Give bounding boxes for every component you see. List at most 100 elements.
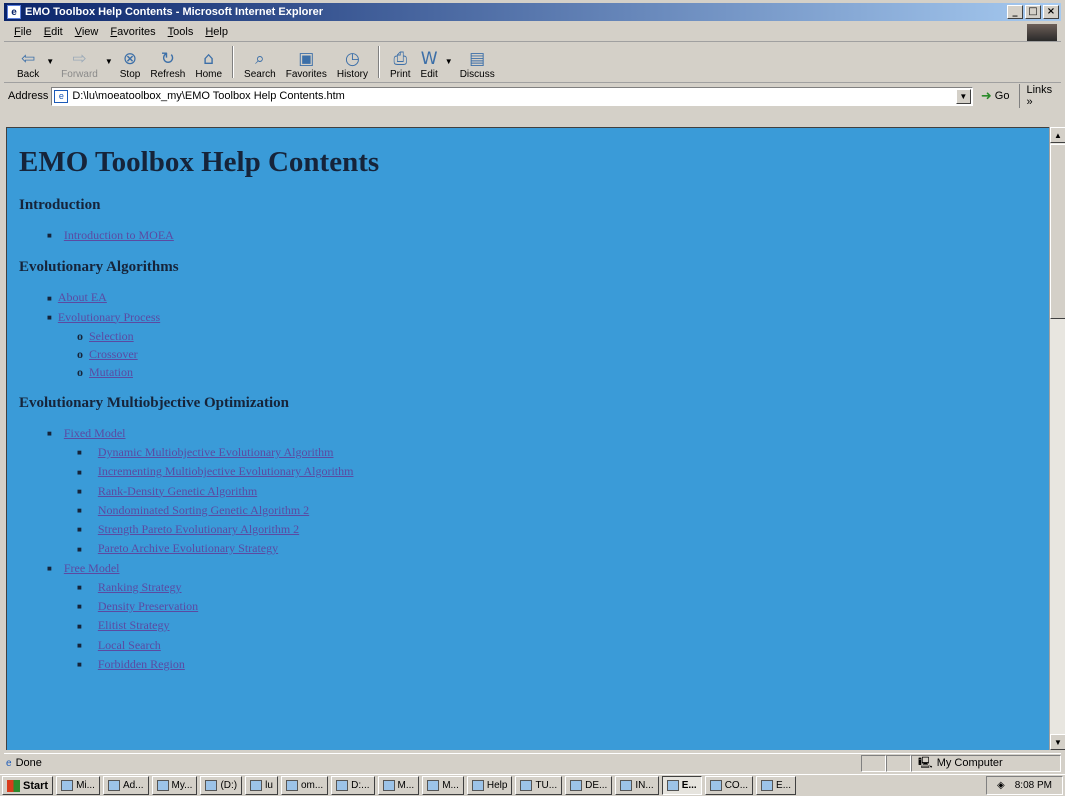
link-dmoea[interactable]: Dynamic Multiobjective Evolutionary Algo…	[98, 445, 334, 459]
back-button[interactable]: ⇦ Back	[12, 44, 44, 80]
app-icon	[382, 780, 395, 791]
edit-dropdown-icon[interactable]: ▼	[445, 57, 453, 66]
search-button[interactable]: ⌕ Search	[239, 44, 281, 80]
app-icon	[107, 780, 120, 791]
start-button[interactable]: Start	[2, 776, 54, 795]
minimize-button[interactable]: _	[1007, 5, 1023, 19]
word-doc-icon	[570, 780, 583, 791]
link-spea2[interactable]: Strength Pareto Evolutionary Algorithm 2	[98, 522, 299, 536]
link-mutation[interactable]: Mutation	[89, 365, 133, 379]
scroll-up-icon[interactable]: ▲	[1050, 127, 1065, 143]
ie-app-icon[interactable]: e	[7, 5, 21, 19]
section-heading-introduction: Introduction	[19, 197, 101, 213]
link-introduction-to-moea[interactable]: Introduction to MOEA	[64, 228, 174, 242]
link-fixed-model[interactable]: Fixed Model	[64, 426, 126, 440]
taskbar-button[interactable]: D:...	[331, 776, 375, 795]
link-elitist-strategy[interactable]: Elitist Strategy	[98, 618, 170, 632]
list-item: Fixed Model Dynamic Multiobjective Evolu…	[47, 424, 1037, 559]
status-text-pane: e Done	[4, 757, 861, 769]
taskbar-button[interactable]: Ad...	[102, 776, 149, 795]
address-label: Address	[8, 90, 49, 102]
list-item: Crossover	[77, 345, 1037, 363]
link-density-preservation[interactable]: Density Preservation	[98, 599, 198, 613]
menu-tools[interactable]: Tools	[168, 26, 194, 38]
link-imoea[interactable]: Incrementing Multiobjective Evolutionary…	[98, 464, 354, 478]
page-viewport: EMO Toolbox Help Contents Introduction I…	[6, 127, 1049, 750]
vertical-scrollbar[interactable]: ▲ ▼	[1049, 127, 1065, 750]
section-heading-emo: Evolutionary Multiobjective Optimization	[19, 394, 289, 411]
menu-favorites[interactable]: Favorites	[110, 26, 155, 38]
address-dropdown-icon[interactable]: ▼	[955, 88, 971, 104]
stop-icon: ⊗	[122, 49, 138, 69]
history-icon: ◷	[345, 49, 360, 69]
clock[interactable]: 8:08 PM	[1015, 780, 1052, 791]
favorites-button[interactable]: ▣ Favorites	[281, 44, 332, 80]
forward-button[interactable]: ⇨ Forward	[56, 44, 103, 80]
window-titlebar: e EMO Toolbox Help Contents - Microsoft …	[4, 3, 1061, 21]
stop-button[interactable]: ⊗ Stop	[115, 44, 146, 80]
link-nsga2[interactable]: Nondominated Sorting Genetic Algorithm 2	[98, 503, 309, 517]
link-selection[interactable]: Selection	[89, 329, 134, 343]
link-local-search[interactable]: Local Search	[98, 638, 161, 652]
menu-view[interactable]: View	[75, 26, 99, 38]
link-free-model[interactable]: Free Model	[64, 561, 120, 575]
back-dropdown-icon[interactable]: ▼	[46, 57, 54, 66]
link-ranking-strategy[interactable]: Ranking Strategy	[98, 580, 182, 594]
list-item: Free Model Ranking Strategy Density Pres…	[47, 559, 1037, 675]
list-item: Introduction to MOEA	[47, 226, 1037, 245]
taskbar-button[interactable]: M...	[377, 776, 420, 795]
menu-edit[interactable]: Edit	[44, 26, 63, 38]
scrollbar-thumb[interactable]	[1050, 144, 1065, 319]
link-rdga[interactable]: Rank-Density Genetic Algorithm	[98, 484, 257, 498]
address-input[interactable]: e D:\lu\moeatoolbox_my\EMO Toolbox Help …	[51, 86, 973, 106]
forward-dropdown-icon[interactable]: ▼	[105, 57, 113, 66]
discuss-button[interactable]: ▤ Discuss	[455, 44, 500, 80]
app-icon	[156, 780, 169, 791]
forward-arrow-icon: ⇨	[72, 49, 87, 69]
taskbar-button[interactable]: DE...	[565, 776, 613, 795]
taskbar-button[interactable]: CO...	[704, 776, 754, 795]
word-doc-icon	[761, 780, 774, 791]
scroll-down-icon[interactable]: ▼	[1050, 734, 1065, 750]
ie-throbber-logo	[1027, 24, 1057, 41]
taskbar-button[interactable]: My...	[151, 776, 198, 795]
close-button[interactable]: ×	[1043, 5, 1059, 19]
list-item: Forbidden Region	[77, 655, 1037, 674]
link-evolutionary-process[interactable]: Evolutionary Process	[58, 310, 160, 324]
taskbar-button-active[interactable]: E...	[661, 776, 702, 795]
link-crossover[interactable]: Crossover	[89, 347, 138, 361]
go-button[interactable]: ➜ Go	[981, 89, 1010, 104]
taskbar-button[interactable]: IN...	[615, 776, 659, 795]
maximize-button[interactable]: □	[1025, 5, 1041, 19]
menu-help[interactable]: Help	[205, 26, 228, 38]
taskbar-button[interactable]: Mi...	[56, 776, 100, 795]
link-about-ea[interactable]: About EA	[58, 290, 107, 304]
taskbar-button[interactable]: (D:)	[200, 776, 243, 795]
ie-icon	[666, 780, 679, 791]
taskbar-button[interactable]: Help	[466, 776, 513, 795]
status-pane-empty	[886, 754, 911, 772]
taskbar-button[interactable]: om...	[280, 776, 329, 795]
system-tray: ◈ 8:08 PM	[986, 776, 1063, 795]
favorites-folder-icon: ▣	[298, 49, 315, 69]
address-url[interactable]: D:\lu\moeatoolbox_my\EMO Toolbox Help Co…	[72, 90, 344, 102]
network-icon[interactable]: ◈	[997, 780, 1005, 791]
status-bar: e Done 🖳 My Computer	[4, 753, 1061, 772]
links-button[interactable]: Links »	[1019, 84, 1061, 108]
edit-button[interactable]: W Edit	[416, 44, 443, 80]
print-button[interactable]: ⎙ Print	[385, 44, 416, 80]
standard-toolbar: ⇦ Back ▼ ⇨ Forward ▼ ⊗ Stop ↻ Refresh ⌂ …	[4, 43, 1061, 83]
free-model-sublist: Ranking Strategy Density Preservation El…	[47, 578, 1037, 674]
refresh-button[interactable]: ↻ Refresh	[145, 44, 190, 80]
taskbar-button[interactable]: lu	[245, 776, 278, 795]
link-forbidden-region[interactable]: Forbidden Region	[98, 657, 185, 671]
menu-file[interactable]: File	[14, 26, 32, 38]
word-doc-icon	[709, 780, 722, 791]
taskbar-button[interactable]: TU...	[515, 776, 563, 795]
link-paes[interactable]: Pareto Archive Evolutionary Strategy	[98, 541, 278, 555]
taskbar-button[interactable]: E...	[756, 776, 797, 795]
history-button[interactable]: ◷ History	[332, 44, 373, 80]
taskbar-button[interactable]: M...	[422, 776, 464, 795]
home-button[interactable]: ⌂ Home	[190, 44, 227, 80]
word-edit-icon: W	[420, 49, 438, 69]
